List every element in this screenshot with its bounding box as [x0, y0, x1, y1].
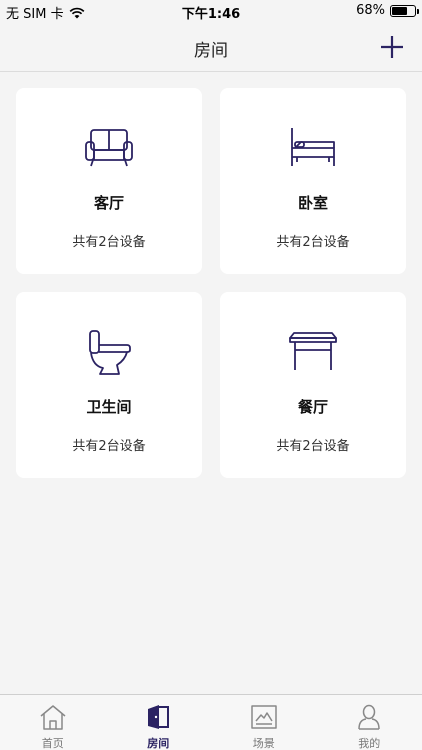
tab-rooms[interactable]: 房间: [106, 695, 212, 750]
room-icon-wrap: [16, 330, 202, 376]
person-icon: [358, 704, 380, 730]
tab-label: 首页: [41, 737, 64, 750]
room-device-count: 共有2台设备: [276, 439, 350, 454]
tab-profile[interactable]: 我的: [317, 695, 422, 750]
add-room-button[interactable]: [378, 33, 406, 61]
battery-fill: [392, 6, 407, 15]
battery-icon: [390, 4, 419, 17]
room-card-bathroom[interactable]: 卫生间 共有2台设备: [16, 292, 202, 478]
tab-label: 我的: [358, 737, 381, 750]
table-icon: [289, 332, 337, 370]
tab-icon-wrap: [106, 704, 212, 730]
room-grid: 客厅 共有2台设备 卧室 共有2台设备 卫生间 共有2台设备 餐厅 共有2台设备: [16, 88, 406, 478]
room-name: 卧室: [297, 194, 328, 212]
tab-scenes[interactable]: 场景: [211, 695, 317, 750]
scene-icon: [251, 705, 277, 729]
room-name: 卫生间: [86, 398, 132, 416]
room-device-count: 共有2台设备: [276, 235, 350, 250]
home-icon: [40, 705, 66, 730]
room-device-count: 共有2台设备: [72, 235, 146, 250]
bed-icon: [291, 128, 335, 166]
tab-icon-wrap: [317, 704, 422, 730]
sofa-icon: [85, 129, 133, 167]
room-icon-wrap: [220, 330, 406, 376]
status-bar: 无 SIM 卡 下午1:46 68%: [0, 0, 422, 22]
tab-icon-wrap: [0, 704, 106, 730]
room-name: 餐厅: [297, 398, 328, 416]
room-card-bedroom[interactable]: 卧室 共有2台设备: [220, 88, 406, 274]
door-icon: [148, 705, 170, 729]
toilet-icon: [89, 330, 131, 375]
room-icon-wrap: [16, 126, 202, 172]
room-card-dining-room[interactable]: 餐厅 共有2台设备: [220, 292, 406, 478]
room-device-count: 共有2台设备: [72, 439, 146, 454]
page-title: 房间: [194, 41, 228, 61]
room-name: 客厅: [93, 194, 124, 212]
battery-percent: 68%: [356, 3, 385, 18]
status-right: 68%: [356, 3, 419, 18]
nav-bar: 房间: [0, 22, 422, 72]
room-card-living-room[interactable]: 客厅 共有2台设备: [16, 88, 202, 274]
plus-icon: [381, 36, 403, 58]
tab-home[interactable]: 首页: [0, 695, 106, 750]
tab-label: 场景: [252, 737, 275, 750]
tab-bar: 首页 房间 场景 我的: [0, 694, 422, 750]
room-icon-wrap: [220, 126, 406, 172]
tab-icon-wrap: [211, 704, 317, 730]
tab-label: 房间: [147, 737, 170, 750]
